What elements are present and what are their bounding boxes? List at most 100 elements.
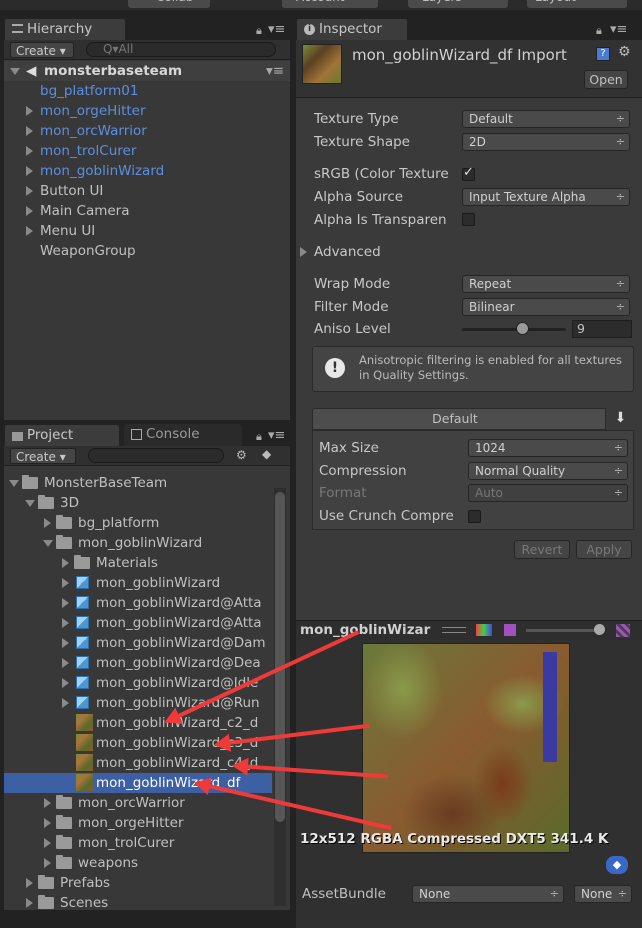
expand-arrow-icon[interactable] [62, 558, 69, 568]
rgb-channel-icon[interactable] [476, 624, 492, 636]
project-scrollbar[interactable] [274, 488, 286, 906]
expand-arrow-icon[interactable] [62, 638, 69, 648]
project-item[interactable]: mon_goblinWizard@Dam [4, 633, 272, 653]
advanced-expand-icon[interactable] [300, 247, 307, 257]
collapse-arrow-icon[interactable] [43, 540, 53, 547]
expand-arrow-icon[interactable] [44, 818, 51, 828]
project-item[interactable]: mon_goblinWizard [4, 573, 272, 593]
project-item[interactable]: MonsterBaseTeam [4, 473, 272, 493]
expand-arrow-icon[interactable] [62, 618, 69, 628]
hierarchy-item[interactable]: bg_platform01 [4, 81, 284, 101]
layout-dropdown[interactable]: Layout [527, 0, 627, 8]
settings-gear-icon[interactable]: ⚙ [618, 44, 631, 60]
project-item[interactable]: mon_goblinWizard [4, 533, 272, 553]
expand-arrow-icon[interactable] [26, 166, 33, 176]
collab-button[interactable]: Collab [128, 0, 210, 8]
hierarchy-item[interactable]: Button UI [4, 181, 284, 201]
compression-dropdown[interactable]: Normal Quality [468, 462, 628, 480]
expand-arrow-icon[interactable] [44, 518, 51, 528]
expand-arrow-icon[interactable] [62, 678, 69, 688]
project-menu-icon[interactable]: ▾≡ [268, 428, 285, 443]
panel-menu-icon[interactable]: ▾≡ [268, 22, 285, 37]
expand-arrow-icon[interactable] [26, 186, 33, 196]
hierarchy-item[interactable]: mon_trolCurer [4, 141, 284, 161]
hierarchy-search-input[interactable]: Q▾All [86, 42, 276, 57]
scene-menu-icon[interactable]: ▾≡ [266, 61, 284, 81]
tab-project[interactable]: Project [4, 424, 120, 446]
project-item[interactable]: mon_goblinWizard@Atta [4, 613, 272, 633]
project-item[interactable]: weapons [4, 853, 272, 873]
wrap-mode-dropdown[interactable]: Repeat [462, 275, 630, 293]
project-item[interactable]: Materials [4, 553, 272, 573]
account-button[interactable]: Account [282, 0, 378, 8]
tab-hierarchy[interactable]: Hierarchy [4, 18, 126, 40]
expand-arrow-icon[interactable] [26, 226, 33, 236]
alpha-source-dropdown[interactable]: Input Texture Alpha [462, 188, 630, 206]
expand-arrow-icon[interactable] [26, 878, 33, 888]
expand-arrow-icon[interactable] [26, 106, 33, 116]
filter-by-type-icon[interactable]: ⚙ [236, 448, 247, 462]
lock-icon[interactable]: 🔒︎ [256, 24, 262, 38]
collapse-arrow-icon[interactable] [25, 500, 35, 507]
expand-arrow-icon[interactable] [62, 658, 69, 668]
aniso-level-field[interactable]: 9 [572, 320, 632, 338]
expand-arrow-icon[interactable] [26, 206, 33, 216]
collapse-arrow-icon[interactable] [9, 480, 19, 487]
scene-row[interactable]: ◀ monsterbaseteam ▾≡ [4, 61, 290, 81]
project-item[interactable]: Prefabs [4, 873, 272, 893]
project-item[interactable]: mon_trolCurer [4, 833, 272, 853]
project-item[interactable]: mon_orcWarrior [4, 793, 272, 813]
project-item[interactable]: 3D [4, 493, 272, 513]
expand-arrow-icon[interactable] [44, 838, 51, 848]
mipmap-icon[interactable] [616, 624, 630, 637]
hierarchy-item[interactable]: mon_goblinWizard [4, 161, 284, 181]
drag-handle-icon[interactable] [442, 627, 466, 633]
download-icon[interactable]: ⬇ [605, 408, 635, 430]
max-size-dropdown[interactable]: 1024 [468, 439, 628, 457]
mip-slider-track[interactable] [526, 629, 600, 632]
expand-arrow-icon[interactable] [10, 68, 20, 75]
label-tag-icon[interactable]: ◆ [606, 856, 628, 874]
project-item[interactable]: Scenes [4, 893, 272, 910]
assetbundle-variant-dropdown[interactable]: None [574, 885, 632, 903]
revert-button[interactable]: Revert [514, 540, 570, 559]
aniso-slider-handle[interactable] [516, 322, 529, 335]
hierarchy-item[interactable]: Main Camera [4, 201, 284, 221]
layers-dropdown[interactable]: Layers [408, 0, 508, 8]
project-search-input[interactable] [88, 448, 224, 463]
expand-arrow-icon[interactable] [62, 598, 69, 608]
tab-inspector[interactable]: i Inspector [296, 18, 408, 40]
project-item[interactable]: mon_orgeHitter [4, 813, 272, 833]
crunch-checkbox[interactable] [468, 510, 481, 523]
hierarchy-item[interactable]: WeaponGroup [4, 241, 284, 261]
project-create-button[interactable]: Create ▾ [10, 448, 76, 464]
apply-button[interactable]: Apply [576, 540, 632, 559]
expand-arrow-icon[interactable] [44, 798, 51, 808]
assetbundle-dropdown[interactable]: None [412, 885, 564, 903]
expand-arrow-icon[interactable] [26, 146, 33, 156]
texture-shape-dropdown[interactable]: 2D [462, 133, 630, 151]
expand-arrow-icon[interactable] [62, 698, 69, 708]
tab-console[interactable]: Console [124, 424, 242, 446]
inspector-lock-icon[interactable]: 🔒︎ [596, 24, 602, 38]
project-item[interactable]: mon_goblinWizard@Dea [4, 653, 272, 673]
hierarchy-item[interactable]: mon_orgeHitter [4, 101, 284, 121]
project-item[interactable]: mon_goblinWizard@Run [4, 693, 272, 713]
filter-by-label-icon[interactable]: ◆ [262, 447, 271, 461]
project-item[interactable]: mon_goblinWizard_c2_d [4, 713, 272, 733]
project-item[interactable]: mon_goblinWizard@Atta [4, 593, 272, 613]
texture-type-dropdown[interactable]: Default [462, 110, 630, 128]
alpha-transparent-checkbox[interactable] [462, 213, 475, 226]
platform-tab-default[interactable]: Default ⬇ [312, 408, 635, 430]
hierarchy-item[interactable]: Menu UI [4, 221, 284, 241]
inspector-menu-icon[interactable]: ▾≡ [610, 22, 627, 37]
project-scrollbar-thumb[interactable] [275, 492, 285, 822]
mip-slider-handle[interactable] [594, 624, 605, 635]
srgb-checkbox[interactable]: ✓ [462, 165, 475, 181]
help-icon[interactable]: ? [596, 47, 610, 61]
alpha-channel-icon[interactable] [504, 624, 516, 636]
expand-arrow-icon[interactable] [26, 126, 33, 136]
hierarchy-create-button[interactable]: Create ▾ [10, 42, 74, 58]
project-item[interactable]: bg_platform [4, 513, 272, 533]
open-button[interactable]: Open [584, 70, 628, 89]
